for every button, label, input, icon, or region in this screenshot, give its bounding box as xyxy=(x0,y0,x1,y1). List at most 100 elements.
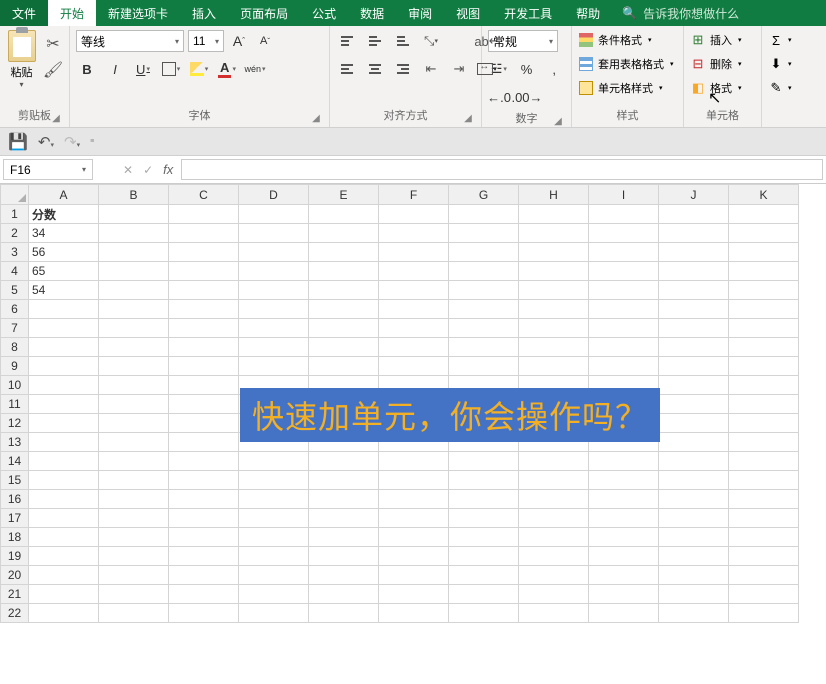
paste-button[interactable]: 粘贴 ▾ xyxy=(6,30,37,89)
cell[interactable] xyxy=(99,243,169,262)
cell[interactable] xyxy=(729,509,799,528)
cell[interactable] xyxy=(169,395,239,414)
cell[interactable] xyxy=(169,376,239,395)
cell[interactable] xyxy=(589,585,659,604)
font-name-combo[interactable]: 等线 ▾ xyxy=(76,30,184,52)
increase-font-button[interactable]: Aˆ xyxy=(228,30,250,52)
cell[interactable] xyxy=(29,547,99,566)
alignment-dialog-launcher[interactable]: ◢ xyxy=(463,113,473,123)
cell[interactable] xyxy=(379,357,449,376)
row-header[interactable]: 5 xyxy=(1,281,29,300)
cell[interactable] xyxy=(729,224,799,243)
cell[interactable] xyxy=(239,205,309,224)
cell[interactable] xyxy=(519,566,589,585)
tab-data[interactable]: 数据 xyxy=(348,0,396,26)
cell[interactable] xyxy=(99,395,169,414)
cell[interactable] xyxy=(449,300,519,319)
undo-button[interactable]: ↶▾ xyxy=(38,133,54,151)
save-button[interactable]: 💾 xyxy=(8,132,28,152)
cell[interactable] xyxy=(449,338,519,357)
cell[interactable] xyxy=(29,528,99,547)
font-color-button[interactable]: A▾ xyxy=(216,58,238,80)
cell[interactable] xyxy=(379,281,449,300)
cell[interactable] xyxy=(29,414,99,433)
cut-button[interactable]: ✂ xyxy=(43,34,63,54)
cell[interactable] xyxy=(659,395,729,414)
row-header[interactable]: 9 xyxy=(1,357,29,376)
format-cells-button[interactable]: ◧ 格式▾ xyxy=(690,78,755,98)
cell[interactable] xyxy=(99,319,169,338)
clear-button[interactable]: ✎▾ xyxy=(768,78,806,98)
increase-decimal-button[interactable]: ←.0 xyxy=(488,86,510,108)
cell[interactable] xyxy=(449,281,519,300)
cell[interactable] xyxy=(309,604,379,623)
cell[interactable] xyxy=(239,338,309,357)
cell[interactable] xyxy=(589,509,659,528)
name-box[interactable]: F16 ▾ xyxy=(3,159,93,180)
cell[interactable] xyxy=(449,224,519,243)
cell[interactable] xyxy=(239,319,309,338)
column-header[interactable]: I xyxy=(589,185,659,205)
row-header[interactable]: 8 xyxy=(1,338,29,357)
cell[interactable] xyxy=(589,547,659,566)
orientation-button[interactable]: ⤡▾ xyxy=(420,30,442,52)
cell[interactable] xyxy=(449,509,519,528)
cell[interactable] xyxy=(659,509,729,528)
cell[interactable] xyxy=(309,224,379,243)
cell[interactable] xyxy=(239,585,309,604)
align-center-button[interactable] xyxy=(364,58,386,80)
borders-button[interactable]: ▾ xyxy=(160,58,182,80)
cell[interactable] xyxy=(169,205,239,224)
align-right-button[interactable] xyxy=(392,58,414,80)
cell[interactable] xyxy=(519,262,589,281)
fill-button[interactable]: ⬇▾ xyxy=(768,54,806,74)
cell[interactable] xyxy=(729,452,799,471)
cell[interactable] xyxy=(99,376,169,395)
decrease-font-button[interactable]: Aˇ xyxy=(254,30,276,52)
tab-review[interactable]: 审阅 xyxy=(396,0,444,26)
cell[interactable] xyxy=(169,433,239,452)
cell[interactable] xyxy=(379,528,449,547)
cell[interactable] xyxy=(309,262,379,281)
cell[interactable] xyxy=(169,262,239,281)
cell[interactable] xyxy=(99,490,169,509)
cell[interactable] xyxy=(29,452,99,471)
autosum-button[interactable]: Σ▾ xyxy=(768,30,806,50)
comma-button[interactable]: , xyxy=(543,58,565,80)
tab-home[interactable]: 开始 xyxy=(48,0,96,26)
column-header[interactable]: C xyxy=(169,185,239,205)
redo-button[interactable]: ↷▾ xyxy=(64,133,80,151)
cell[interactable] xyxy=(169,566,239,585)
cell[interactable] xyxy=(729,262,799,281)
cell[interactable] xyxy=(309,490,379,509)
cell[interactable] xyxy=(589,471,659,490)
column-header[interactable]: H xyxy=(519,185,589,205)
cell[interactable] xyxy=(589,262,659,281)
cell[interactable] xyxy=(519,243,589,262)
cell[interactable] xyxy=(239,528,309,547)
row-header[interactable]: 18 xyxy=(1,528,29,547)
font-dialog-launcher[interactable]: ◢ xyxy=(311,113,321,123)
cell[interactable] xyxy=(659,414,729,433)
cell[interactable] xyxy=(659,547,729,566)
cell[interactable] xyxy=(379,509,449,528)
cell[interactable] xyxy=(659,300,729,319)
cell[interactable] xyxy=(169,452,239,471)
cell[interactable] xyxy=(29,509,99,528)
cell[interactable] xyxy=(239,566,309,585)
tab-developer[interactable]: 开发工具 xyxy=(492,0,564,26)
cell[interactable] xyxy=(519,490,589,509)
cell[interactable] xyxy=(239,357,309,376)
cell[interactable]: 56 xyxy=(29,243,99,262)
cell[interactable] xyxy=(659,243,729,262)
cell[interactable] xyxy=(379,338,449,357)
italic-button[interactable]: I xyxy=(104,58,126,80)
cell[interactable] xyxy=(99,585,169,604)
row-header[interactable]: 19 xyxy=(1,547,29,566)
cell[interactable] xyxy=(449,243,519,262)
cell[interactable] xyxy=(169,509,239,528)
cell[interactable] xyxy=(309,281,379,300)
cell[interactable] xyxy=(659,528,729,547)
align-middle-button[interactable] xyxy=(364,30,386,52)
cell[interactable] xyxy=(659,452,729,471)
